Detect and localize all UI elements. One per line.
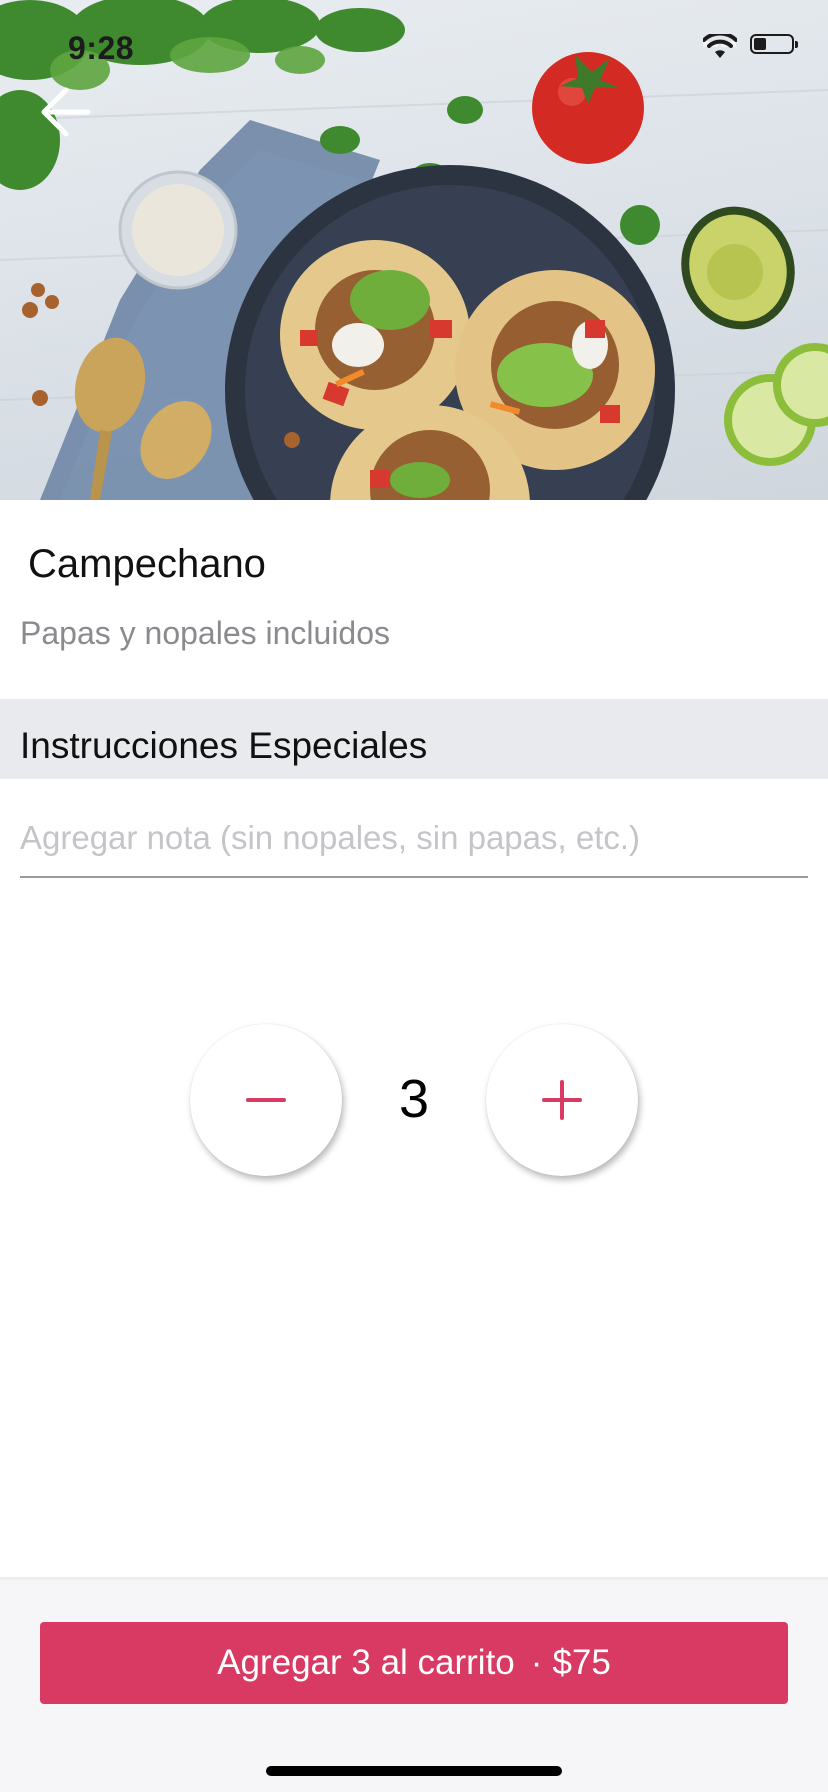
food-photo xyxy=(0,0,828,500)
special-instructions-input[interactable] xyxy=(20,800,808,878)
quantity-stepper: 3 xyxy=(190,1024,638,1176)
price-separator: · xyxy=(530,1643,543,1682)
battery-icon xyxy=(750,34,798,54)
back-button[interactable] xyxy=(36,82,96,142)
add-to-cart-price: $75 xyxy=(552,1643,611,1682)
minus-icon xyxy=(246,1098,286,1102)
arrow-left-icon xyxy=(41,87,91,137)
status-time: 9:28 xyxy=(68,30,135,66)
hero-image: 9:28 xyxy=(0,0,828,500)
product-name: Campechano xyxy=(28,542,266,586)
wifi-icon xyxy=(703,34,737,58)
product-description: Papas y nopales incluidos xyxy=(20,615,391,651)
home-indicator[interactable] xyxy=(266,1766,562,1776)
instructions-title: Instrucciones Especiales xyxy=(20,725,428,766)
quantity-value: 3 xyxy=(398,1069,430,1129)
status-icons xyxy=(703,34,798,58)
decrease-quantity-button[interactable] xyxy=(190,1024,342,1176)
plus-icon xyxy=(542,1080,582,1120)
add-to-cart-label: Agregar 3 al carrito xyxy=(217,1643,515,1682)
add-to-cart-button[interactable]: Agregar 3 al carrito · $75 xyxy=(40,1622,788,1704)
increase-quantity-button[interactable] xyxy=(486,1024,638,1176)
